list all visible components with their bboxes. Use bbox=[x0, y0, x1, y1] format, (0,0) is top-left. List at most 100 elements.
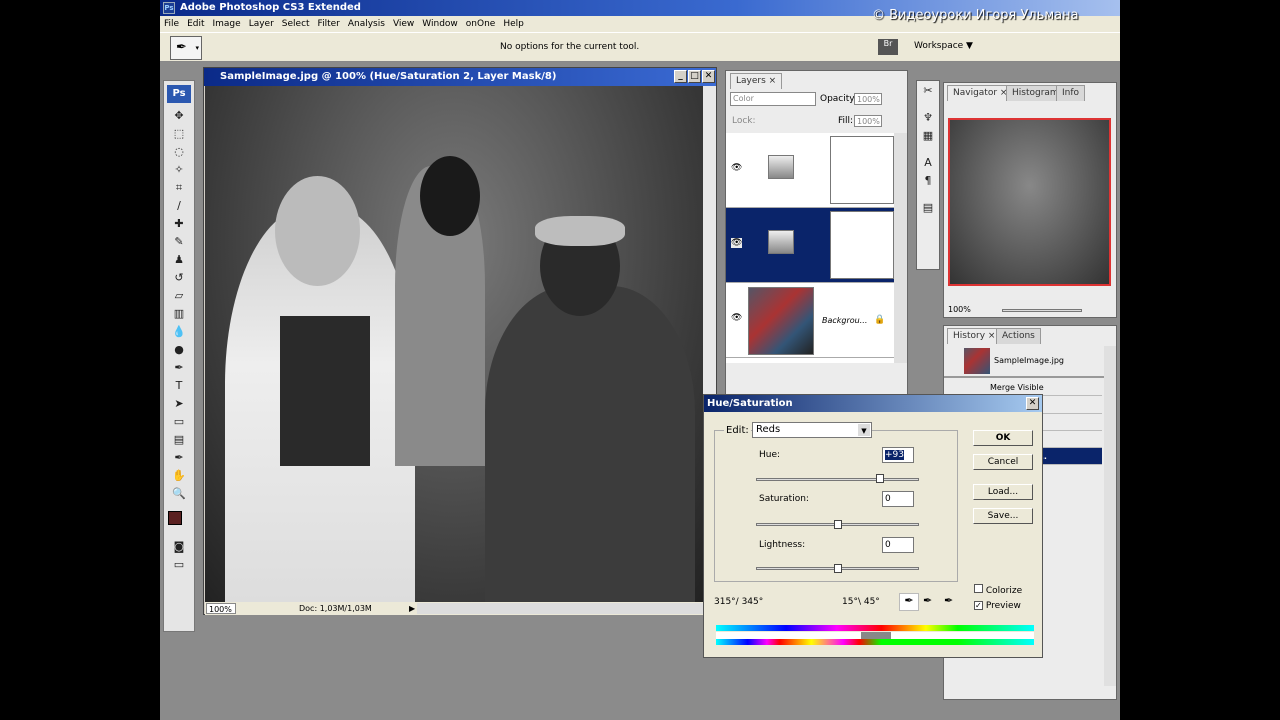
paragraph-icon[interactable]: ¶ bbox=[917, 172, 939, 189]
menu-onone[interactable]: onOne bbox=[466, 19, 496, 29]
gradient-tool-icon[interactable]: ▥ bbox=[168, 305, 190, 322]
layer-row-selected[interactable]: 👁 bbox=[726, 208, 894, 283]
menu-window[interactable]: Window bbox=[422, 19, 458, 29]
close-button[interactable]: ✕ bbox=[702, 70, 715, 83]
clone-stamp-icon[interactable]: ♟ bbox=[168, 251, 190, 268]
document-title-bar[interactable]: SampleImage.jpg @ 100% (Hue/Saturation 2… bbox=[204, 68, 716, 86]
eyedropper-icon: ✒ bbox=[176, 40, 187, 55]
foreground-color[interactable] bbox=[168, 511, 182, 525]
lightness-slider-knob[interactable] bbox=[833, 564, 842, 573]
tool-presets-icon[interactable]: ✂ bbox=[917, 82, 939, 99]
menu-filter[interactable]: Filter bbox=[318, 19, 340, 29]
dodge-tool-icon[interactable]: ● bbox=[168, 341, 190, 358]
move-tool-icon[interactable]: ✥ bbox=[168, 107, 190, 124]
layer-comps-icon[interactable]: ▤ bbox=[917, 199, 939, 216]
slice-tool-icon[interactable]: ∕ bbox=[168, 197, 190, 214]
colorize-checkbox[interactable]: Colorize bbox=[974, 584, 1022, 596]
menu-layer[interactable]: Layer bbox=[249, 19, 274, 29]
history-scrollbar[interactable] bbox=[1104, 346, 1116, 686]
layer-row[interactable]: 👁 bbox=[726, 133, 894, 208]
navigator-zoom-slider[interactable] bbox=[1002, 309, 1082, 312]
navigator-preview[interactable] bbox=[948, 118, 1111, 286]
notes-tool-icon[interactable]: ▤ bbox=[168, 431, 190, 448]
minimize-button[interactable]: _ bbox=[674, 70, 687, 83]
tab-navigator[interactable]: Navigator × bbox=[947, 85, 1014, 101]
hand-tool-icon[interactable]: ✋ bbox=[168, 467, 190, 484]
lasso-tool-icon[interactable]: ◌ bbox=[168, 143, 190, 160]
eyedropper-minus-button[interactable]: ✒ bbox=[944, 594, 953, 607]
saturation-field[interactable]: 0 bbox=[882, 491, 914, 507]
tab-info[interactable]: Info bbox=[1056, 85, 1086, 101]
shape-tool-icon[interactable]: ▭ bbox=[168, 413, 190, 430]
brushes-icon[interactable]: ♆ bbox=[917, 109, 939, 126]
opacity-field[interactable]: 100% bbox=[854, 93, 882, 105]
lightness-field[interactable]: 0 bbox=[882, 537, 914, 553]
menu-help[interactable]: Help bbox=[503, 19, 524, 29]
eyedropper-button[interactable]: ✒ bbox=[899, 593, 919, 611]
range-slider[interactable] bbox=[716, 632, 1034, 639]
layers-scrollbar[interactable] bbox=[894, 133, 907, 363]
eraser-tool-icon[interactable]: ▱ bbox=[168, 287, 190, 304]
hue-slider[interactable] bbox=[756, 478, 919, 481]
cancel-button[interactable]: Cancel bbox=[973, 454, 1033, 470]
path-selection-icon[interactable]: ➤ bbox=[168, 395, 190, 412]
menu-image[interactable]: Image bbox=[213, 19, 241, 29]
navigator-zoom[interactable]: 100% bbox=[948, 305, 971, 314]
tab-actions[interactable]: Actions bbox=[996, 328, 1041, 344]
eyedropper-tool-icon[interactable]: ✒ bbox=[168, 449, 190, 466]
eye-icon[interactable]: 👁 bbox=[731, 238, 743, 248]
fill-field[interactable]: 100% bbox=[854, 115, 882, 127]
menu-view[interactable]: View bbox=[393, 19, 414, 29]
layer-mask-thumbnail[interactable] bbox=[830, 211, 894, 279]
marquee-tool-icon[interactable]: ⬚ bbox=[168, 125, 190, 142]
magic-wand-tool-icon[interactable]: ✧ bbox=[168, 161, 190, 178]
status-menu-arrow[interactable]: ▶ bbox=[409, 602, 415, 615]
canvas-image[interactable] bbox=[205, 86, 703, 602]
menu-analysis[interactable]: Analysis bbox=[348, 19, 385, 29]
eye-icon[interactable]: 👁 bbox=[731, 163, 742, 173]
pen-tool-icon[interactable]: ✒ bbox=[168, 359, 190, 376]
maximize-button[interactable]: □ bbox=[688, 70, 701, 83]
edit-group bbox=[714, 430, 958, 582]
edit-select[interactable]: Reds ▼ bbox=[752, 422, 872, 438]
menu-select[interactable]: Select bbox=[282, 19, 310, 29]
brush-tool-icon[interactable]: ✎ bbox=[168, 233, 190, 250]
layer-row[interactable]: 👁 Backgrou... 🔒 bbox=[726, 283, 894, 358]
menu-edit[interactable]: Edit bbox=[187, 19, 204, 29]
workspace-menu[interactable]: Workspace ▼ bbox=[914, 41, 973, 51]
crop-tool-icon[interactable]: ⌗ bbox=[168, 179, 190, 196]
healing-brush-icon[interactable]: ✚ bbox=[168, 215, 190, 232]
preview-checkbox[interactable]: ✓ Preview bbox=[974, 601, 1021, 611]
hue-slider-knob[interactable] bbox=[875, 474, 884, 483]
eyedropper-plus-button[interactable]: ✒ bbox=[923, 594, 932, 607]
hue-field[interactable]: +93 bbox=[882, 447, 914, 463]
screen-mode-icon[interactable]: ▭ bbox=[168, 556, 190, 573]
clone-source-icon[interactable]: ▦ bbox=[917, 127, 939, 144]
history-snapshot[interactable]: SampleImage.jpg bbox=[944, 346, 1104, 378]
lock-icon: 🔒 bbox=[874, 315, 886, 325]
tab-history[interactable]: History × bbox=[947, 328, 1002, 344]
tab-layers[interactable]: Layers × bbox=[730, 73, 783, 89]
tool-preset-picker[interactable]: ✒ ▾ bbox=[170, 36, 202, 60]
type-tool-icon[interactable]: T bbox=[168, 377, 190, 394]
layer-mask-thumbnail[interactable] bbox=[830, 136, 894, 204]
eye-icon[interactable]: 👁 bbox=[731, 313, 742, 323]
dialog-close-button[interactable]: ✕ bbox=[1026, 397, 1039, 410]
history-brush-icon[interactable]: ↺ bbox=[168, 269, 190, 286]
menu-file[interactable]: File bbox=[164, 19, 179, 29]
zoom-field[interactable]: 100% bbox=[206, 603, 236, 614]
character-icon[interactable]: A bbox=[917, 154, 939, 171]
ok-button[interactable]: OK bbox=[973, 430, 1033, 446]
quick-mask-icon[interactable]: ◙ bbox=[168, 538, 190, 555]
dialog-title-bar[interactable]: Hue/Saturation ✕ bbox=[704, 395, 1042, 412]
bridge-icon[interactable]: Br bbox=[878, 39, 898, 55]
adjustment-icon bbox=[768, 155, 794, 179]
chevron-down-icon: ▼ bbox=[858, 424, 870, 436]
saturation-slider-knob[interactable] bbox=[833, 520, 842, 529]
load-button[interactable]: Load... bbox=[973, 484, 1033, 500]
horizontal-scrollbar[interactable] bbox=[417, 603, 717, 614]
save-button[interactable]: Save... bbox=[973, 508, 1033, 524]
blend-mode-select[interactable]: Color bbox=[730, 92, 816, 106]
blur-tool-icon[interactable]: 💧 bbox=[168, 323, 190, 340]
zoom-tool-icon[interactable]: 🔍 bbox=[168, 485, 190, 502]
